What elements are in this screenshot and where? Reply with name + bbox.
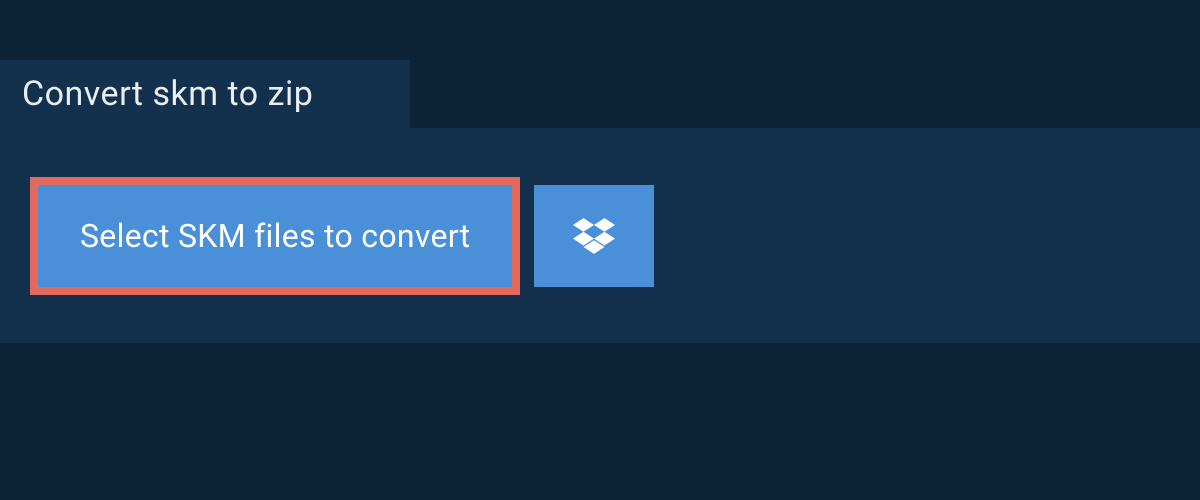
select-files-button[interactable]: Select SKM files to convert xyxy=(38,185,512,287)
tab-strip: Convert skm to zip xyxy=(0,60,410,132)
converter-page: Convert skm to zip Select SKM files to c… xyxy=(0,0,1200,500)
upload-panel: Select SKM files to convert xyxy=(0,128,1200,343)
select-files-label: Select SKM files to convert xyxy=(80,217,470,255)
dropbox-button[interactable] xyxy=(534,185,654,287)
tab-convert-skm-zip[interactable]: Convert skm to zip xyxy=(0,60,410,132)
dropbox-icon xyxy=(573,218,615,254)
highlight-frame: Select SKM files to convert xyxy=(30,177,520,295)
tab-title: Convert skm to zip xyxy=(22,74,313,114)
